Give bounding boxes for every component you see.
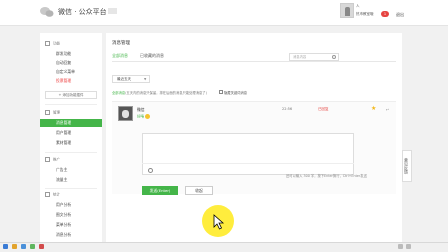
sidebar-item-menu-analysis[interactable]: 菜单分析	[40, 221, 102, 229]
message-info: 全部消息(五天内的消息只保留，排在后面的消息只能处理消息了)	[112, 90, 207, 95]
sidebar-item-user-analysis[interactable]: 用户分析	[40, 201, 102, 209]
main-panel: 消息管理 全部消息 已收藏的消息 消息内容 最近五天 ▼ 全部消息(五天内的消息…	[106, 33, 402, 252]
mouse-cursor-icon	[213, 214, 225, 230]
reply-hint: 还可以输入 300 字，按下Enter换行，Ctrl+Enter发送	[286, 174, 367, 178]
collapse-button[interactable]: 收起	[185, 186, 213, 195]
reply-icon[interactable]: ↩	[386, 107, 389, 112]
notification-badge[interactable]: 1	[381, 11, 389, 17]
manage-icon	[45, 110, 50, 115]
emoji-icon	[145, 114, 150, 119]
account-avatar[interactable]	[340, 3, 354, 18]
add-plugin-button[interactable]: + 添加功能插件	[45, 91, 97, 99]
sidebar-divider	[45, 188, 97, 189]
folder-icon[interactable]	[12, 244, 17, 249]
sidebar-item-custom-menu[interactable]: 自定义菜单	[40, 68, 102, 76]
message-sender[interactable]: 微信	[137, 107, 145, 113]
message-avatar[interactable]	[118, 106, 133, 121]
sidebar-item-article-analysis[interactable]: 图文分析	[40, 211, 102, 219]
sidebar-section-manage: 管理	[45, 110, 60, 116]
sidebar-item-mass-send[interactable]: 群发功能	[40, 50, 102, 58]
page-title: 消息管理	[112, 41, 130, 46]
search-icon[interactable]	[332, 55, 336, 59]
tray-icon[interactable]	[398, 244, 403, 249]
chevron-down-icon: ▼	[144, 77, 147, 81]
promo-icon	[45, 157, 50, 162]
emoji-picker-icon[interactable]	[148, 168, 153, 173]
account-subtitle[interactable]: 热市教室哦	[356, 12, 374, 17]
sidebar: 功能 群发功能 自动回复 自定义菜单 投票管理 + 添加功能插件 管理 消息管理…	[40, 33, 102, 252]
sidebar-item-message-analysis[interactable]: 消息分析	[40, 231, 102, 239]
tabs-divider	[112, 61, 396, 62]
tray-icon[interactable]	[406, 244, 411, 249]
features-icon	[45, 41, 50, 46]
tab-starred-messages[interactable]: 已收藏的消息	[140, 53, 164, 59]
sidebar-section-stats: 统计	[45, 192, 60, 198]
info-prefix: 全部消息	[112, 91, 126, 95]
browser-icon[interactable]	[21, 244, 26, 249]
app-icon[interactable]	[39, 244, 44, 249]
sidebar-item-messages[interactable]: 消息管理	[40, 119, 102, 127]
sidebar-item-advertiser[interactable]: 广告主	[40, 166, 102, 174]
stats-icon	[45, 192, 50, 197]
sidebar-item-materials[interactable]: 素材管理	[40, 139, 102, 147]
star-icon[interactable]: ★	[371, 106, 376, 112]
wechat-logo-icon	[40, 7, 54, 17]
feedback-button[interactable]: 意见反馈	[402, 150, 412, 182]
sidebar-divider	[45, 104, 97, 105]
logo-text: 微信 · 公众平台	[58, 8, 107, 16]
info-text: (五天内的消息只保留，排在后面的消息只能处理消息了)	[125, 91, 207, 95]
logout-link[interactable]: 退出	[396, 12, 404, 18]
taskbar	[0, 242, 448, 252]
app-icon[interactable]	[30, 244, 35, 249]
message-text: 好咯	[137, 114, 150, 120]
sidebar-section-features: 功能	[45, 41, 60, 47]
hide-keyword-checkbox[interactable]	[219, 90, 223, 94]
logo-badge	[108, 8, 117, 14]
sidebar-item-vote[interactable]: 投票管理	[40, 77, 102, 85]
sidebar-divider	[45, 152, 97, 153]
send-button[interactable]: 发送(Enter)	[142, 186, 178, 195]
start-icon[interactable]	[3, 244, 8, 249]
message-time: 22:56	[282, 107, 293, 111]
hide-keyword-label: 隐藏关键词消息	[224, 91, 248, 95]
sidebar-item-auto-reply[interactable]: 自动回复	[40, 59, 102, 67]
sidebar-item-users[interactable]: 用户管理	[40, 129, 102, 137]
message-status: 已回复	[318, 107, 329, 111]
account-name: 人	[356, 4, 360, 8]
sidebar-section-promo: 推广	[45, 157, 60, 163]
sidebar-item-publisher[interactable]: 流量主	[40, 176, 102, 184]
